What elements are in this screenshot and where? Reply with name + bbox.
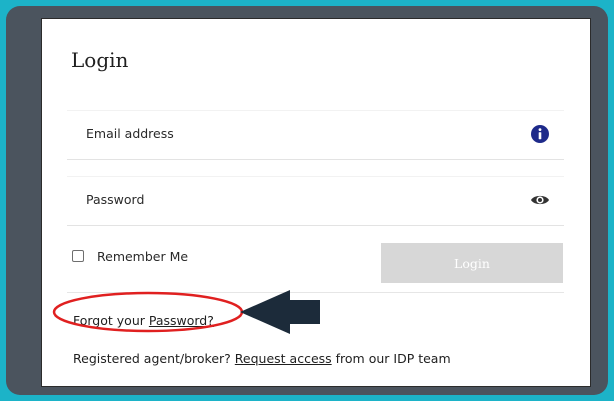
- request-access-link[interactable]: Request access: [235, 351, 332, 366]
- email-label: Email address: [86, 126, 174, 141]
- forgot-password-line: Forgot your Password?: [73, 313, 214, 328]
- info-icon[interactable]: [530, 124, 550, 144]
- register-suffix: from our IDP team: [331, 351, 451, 366]
- register-line: Registered agent/broker? Request access …: [73, 351, 451, 366]
- login-card: Login Email address Password Remember Me…: [41, 18, 591, 387]
- outer-frame: Login Email address Password Remember Me…: [6, 6, 608, 395]
- remember-me[interactable]: Remember Me: [72, 248, 188, 264]
- register-prefix: Registered agent/broker?: [73, 351, 235, 366]
- login-button[interactable]: Login: [381, 243, 563, 283]
- forgot-prefix: Forgot your: [73, 313, 149, 328]
- remember-me-label: Remember Me: [97, 248, 189, 264]
- email-field[interactable]: Email address: [67, 111, 564, 160]
- divider: [67, 292, 564, 293]
- eye-icon[interactable]: [530, 190, 550, 210]
- password-label: Password: [86, 192, 145, 207]
- password-field[interactable]: Password: [67, 177, 564, 226]
- forgot-password-link[interactable]: Password?: [149, 313, 214, 328]
- page-title: Login: [71, 48, 129, 72]
- remember-me-checkbox[interactable]: [72, 250, 84, 262]
